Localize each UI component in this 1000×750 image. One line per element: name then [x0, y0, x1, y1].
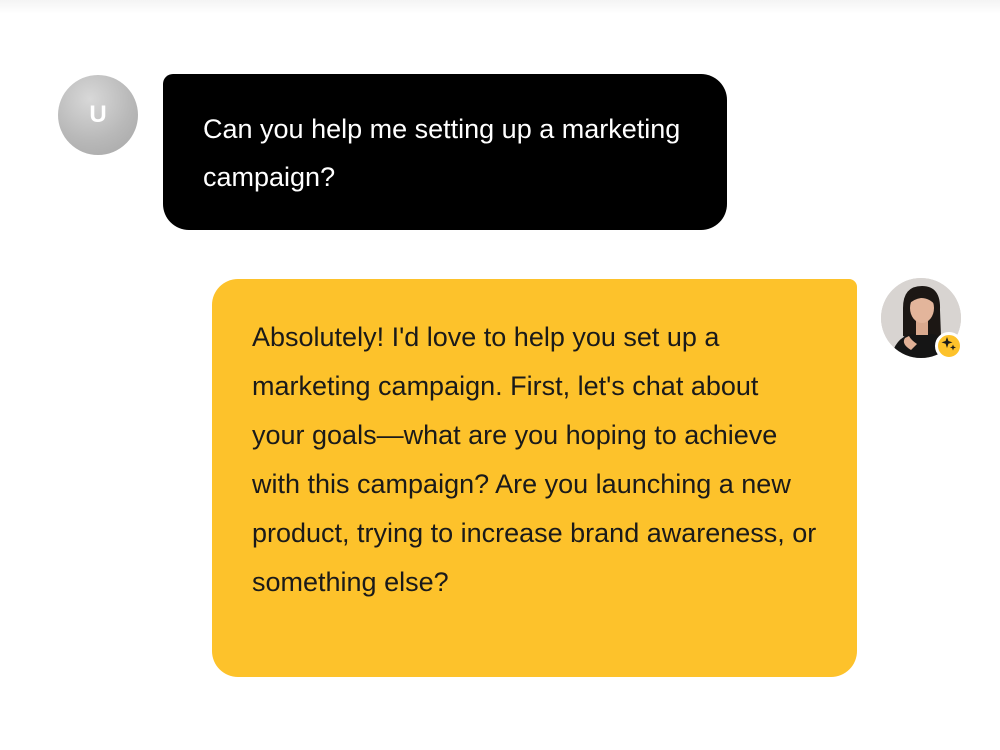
assistant-message-bubble: Absolutely! I'd love to help you set up … [212, 279, 857, 677]
chat-thread: U Can you help me setting up a marketing… [0, 0, 1000, 750]
user-avatar-initial: U [89, 101, 107, 128]
user-message-bubble: Can you help me setting up a marketing c… [163, 74, 727, 230]
sparkle-icon [941, 336, 957, 357]
assistant-avatar [881, 278, 963, 360]
user-avatar: U [58, 75, 138, 155]
assistant-message-text: Absolutely! I'd love to help you set up … [252, 322, 817, 597]
user-message-text: Can you help me setting up a marketing c… [203, 114, 681, 192]
ai-badge [935, 332, 963, 360]
